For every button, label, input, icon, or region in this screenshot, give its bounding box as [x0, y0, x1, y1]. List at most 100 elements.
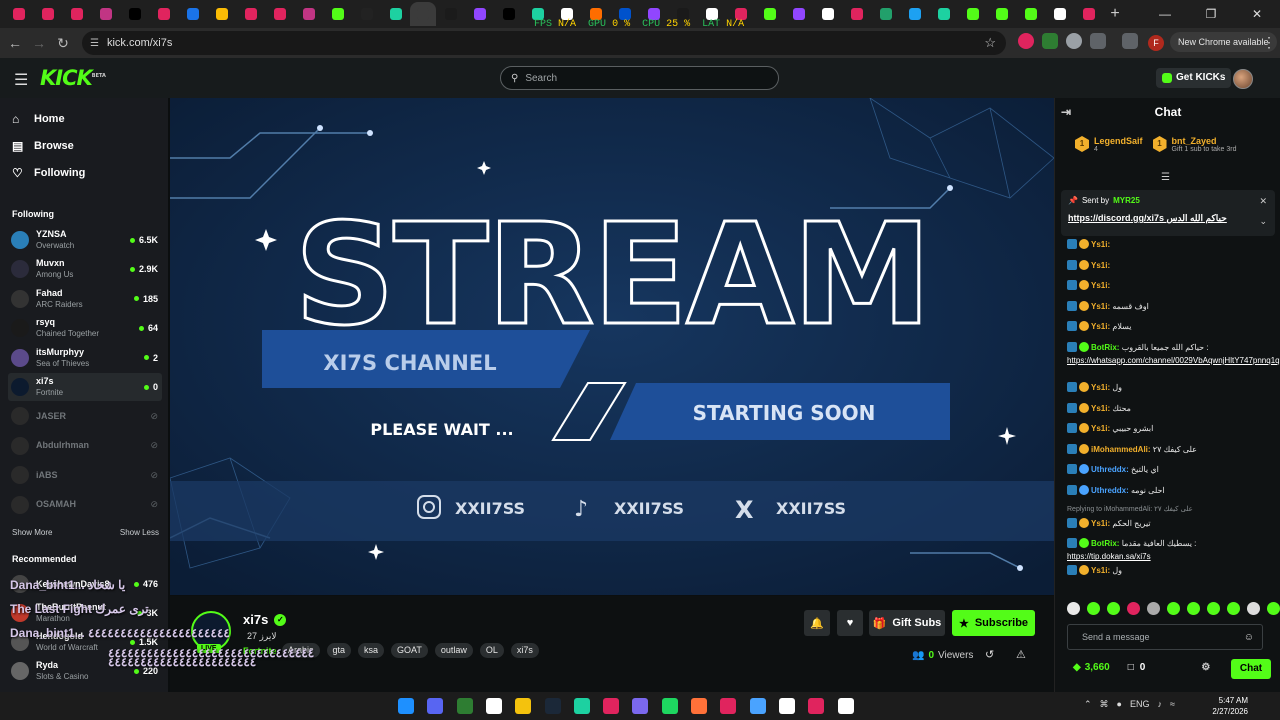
taskbar-app-icon[interactable] — [691, 698, 707, 714]
stream-tag[interactable]: outlaw — [434, 643, 473, 658]
browser-tab[interactable] — [352, 2, 381, 26]
emote-icon[interactable] — [1227, 602, 1240, 615]
menu-icon[interactable]: ☰ — [14, 70, 28, 90]
following-channel[interactable]: itsMurphyy Sea of Thieves 2 — [8, 344, 162, 372]
browser-tab[interactable] — [178, 2, 207, 26]
volume-icon[interactable]: ♪ — [1158, 699, 1163, 710]
follow-heart-button[interactable]: ♥ — [837, 610, 863, 636]
emote-icon[interactable] — [1107, 602, 1120, 615]
browser-tab[interactable] — [149, 2, 178, 26]
browser-tab[interactable] — [987, 2, 1016, 26]
browser-tab[interactable] — [323, 2, 352, 26]
following-channel[interactable]: Muvxn Among Us 2.9K — [8, 255, 162, 283]
mic-icon[interactable]: ● — [1117, 699, 1122, 710]
following-channel[interactable]: xi7s Fortnite 0 — [8, 373, 162, 401]
chat-username[interactable]: Ys1i: — [1091, 566, 1110, 575]
taskbar-app-icon[interactable] — [778, 698, 795, 714]
nav-home[interactable]: ⌂ Home — [12, 112, 65, 126]
emote-icon[interactable] — [1247, 602, 1260, 615]
share-icon[interactable]: ↺ — [985, 648, 994, 661]
emote-icon[interactable] — [1067, 602, 1080, 615]
report-icon[interactable]: ⚠ — [1016, 648, 1026, 661]
browser-tab[interactable] — [465, 2, 494, 26]
video-player[interactable]: STREAM XI7S CHANNEL PLEASE WAIT ... STAR… — [170, 98, 1054, 595]
browser-tab[interactable] — [494, 2, 523, 26]
browser-tab[interactable] — [410, 2, 436, 26]
minimize-icon[interactable]: — — [1142, 0, 1188, 28]
browser-tab[interactable] — [755, 2, 784, 26]
stream-tag[interactable]: GOAT — [391, 643, 428, 658]
chevron-down-icon[interactable]: ⌄ — [1259, 216, 1267, 227]
taskbar-app-icon[interactable] — [573, 698, 590, 714]
shield-icon[interactable] — [1066, 33, 1082, 49]
address-bar[interactable]: ☰ kick.com/xi7s ☆ — [82, 31, 1006, 55]
chrome-menu-icon[interactable]: ⋮ — [1262, 34, 1276, 51]
taskbar-app-icon[interactable] — [808, 698, 825, 714]
extension-icon[interactable] — [1018, 33, 1034, 49]
taskbar-app-icon[interactable] — [603, 698, 620, 714]
profile-avatar[interactable]: F — [1148, 35, 1164, 51]
emote-icon[interactable] — [1167, 602, 1180, 615]
chat-username[interactable]: Ys1i: — [1091, 302, 1110, 311]
taskbar-app-icon[interactable] — [749, 698, 766, 714]
site-info-icon[interactable]: ☰ — [90, 38, 99, 49]
browser-tab[interactable] — [207, 2, 236, 26]
chat-username[interactable]: BotRix: — [1091, 343, 1119, 352]
search-input[interactable] — [525, 72, 746, 84]
reading-list-icon[interactable] — [1122, 33, 1138, 49]
browser-tab[interactable] — [236, 2, 265, 26]
browser-tab[interactable] — [33, 2, 62, 26]
leaderboard-entry[interactable]: 1 LegendSaif 4 — [1075, 136, 1143, 153]
chat-input-box[interactable]: ☺ — [1067, 624, 1263, 650]
browser-tab[interactable] — [1016, 2, 1045, 26]
gift-subs-button[interactable]: 🎁 Gift Subs — [869, 610, 945, 636]
browser-tab[interactable] — [813, 2, 842, 26]
chat-username[interactable]: Uthreddx: — [1091, 486, 1129, 495]
browser-tab[interactable] — [958, 2, 987, 26]
pinned-link[interactable]: https://discord.gg/xi7s حياكم الله الدس — [1068, 213, 1227, 224]
stream-tag[interactable]: ksa — [358, 643, 385, 658]
chat-username[interactable]: iMohammedAli: — [1091, 445, 1151, 454]
chat-link[interactable]: https://tip.dokan.sa/xi7s — [1067, 552, 1151, 561]
browser-tab[interactable] — [784, 2, 813, 26]
following-channel[interactable]: rsyq Chained Together 64 — [8, 314, 162, 342]
chat-username[interactable]: Ys1i: — [1091, 281, 1110, 290]
maximize-icon[interactable]: ❐ — [1188, 0, 1234, 28]
reload-icon[interactable]: ↻ — [51, 35, 75, 52]
browser-tab[interactable] — [381, 2, 410, 26]
browser-tab[interactable] — [1045, 2, 1074, 26]
browser-tab[interactable] — [62, 2, 91, 26]
show-less-button[interactable]: Show Less — [120, 528, 159, 537]
emote-icon[interactable] — [1187, 602, 1200, 615]
taskbar-app-icon[interactable] — [485, 698, 502, 714]
emote-icon[interactable] — [1267, 602, 1280, 615]
stream-tag[interactable]: OL — [479, 643, 504, 658]
taskbar-app-icon[interactable] — [720, 698, 737, 714]
following-channel[interactable]: Fahad ARC Raiders 185 — [8, 285, 162, 313]
taskbar-app-icon[interactable] — [456, 698, 473, 714]
following-channel[interactable]: Abdulrhman ⊘ — [8, 432, 162, 460]
settings-icon[interactable]: ⚙ — [1201, 662, 1210, 673]
emote-icon[interactable] — [1087, 602, 1100, 615]
puzzle-icon[interactable] — [1090, 33, 1106, 49]
subscribe-button[interactable]: ★ Subscribe — [952, 610, 1035, 636]
bookmark-star-icon[interactable]: ☆ — [984, 35, 996, 51]
following-channel[interactable]: iABS ⊘ — [8, 461, 162, 489]
nav-following[interactable]: ♡ Following — [12, 166, 85, 180]
chat-username[interactable]: Uthreddx: — [1091, 465, 1129, 474]
browser-tab[interactable] — [265, 2, 294, 26]
chat-input[interactable] — [1082, 632, 1242, 642]
taskbar-app-icon[interactable] — [661, 698, 678, 714]
chat-username[interactable]: Ys1i: — [1091, 322, 1110, 331]
notification-bell-button[interactable]: 🔔 — [804, 610, 830, 636]
chat-username[interactable]: Ys1i: — [1091, 240, 1110, 249]
back-icon[interactable]: ← — [3, 35, 27, 51]
show-more-button[interactable]: Show More — [12, 528, 52, 537]
nav-browse[interactable]: ▤ Browse — [12, 139, 74, 153]
close-window-icon[interactable]: ✕ — [1234, 0, 1280, 28]
channel-name[interactable]: xi7s ✓ — [243, 612, 287, 627]
emote-icon[interactable] — [1127, 602, 1140, 615]
stream-tag[interactable]: xi7s — [510, 643, 539, 658]
leaderboard-entry[interactable]: 1 bnt_Zayed Gift 1 sub to take 3rd — [1152, 136, 1237, 153]
search-box[interactable]: ⚲ — [500, 66, 779, 90]
